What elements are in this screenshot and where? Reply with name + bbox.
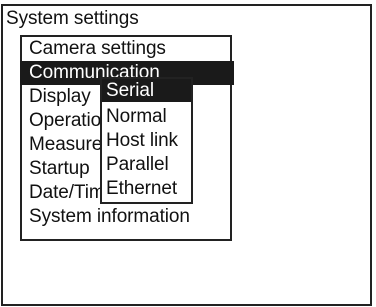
- communication-submenu: Serial Normal Host link Parallel Etherne…: [100, 77, 193, 204]
- menu-item-system-information[interactable]: System information: [22, 205, 234, 229]
- submenu-item-serial[interactable]: Serial: [102, 79, 191, 102]
- window-title: System settings: [6, 8, 139, 29]
- submenu-item-parallel[interactable]: Parallel: [102, 153, 191, 176]
- submenu-item-ethernet[interactable]: Ethernet: [102, 177, 191, 200]
- submenu-item-normal[interactable]: Normal: [102, 105, 191, 128]
- submenu-item-host-link[interactable]: Host link: [102, 129, 191, 152]
- menu-item-camera-settings[interactable]: Camera settings: [22, 37, 234, 61]
